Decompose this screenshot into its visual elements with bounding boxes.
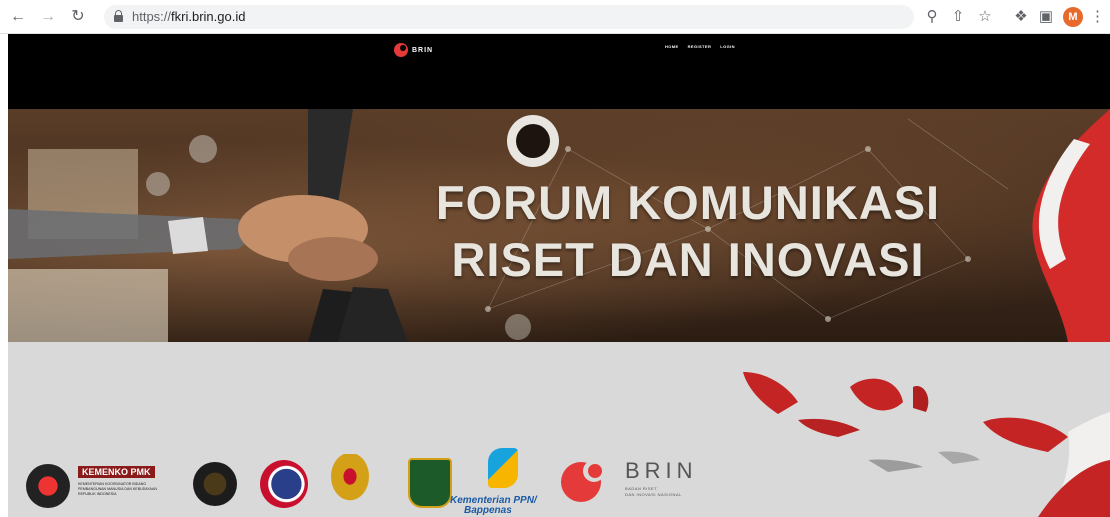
share-icon[interactable]: ⇧	[948, 7, 968, 27]
partner-logos: KEMENKO PMK KEMENTERIAN KOORDINATOR BIDA…	[8, 444, 768, 516]
nav-register[interactable]: REGISTER	[688, 44, 712, 49]
logo-brin[interactable]: BRIN BADAN RISET DAN INOVASI NASIONAL	[561, 456, 711, 506]
zoom-icon[interactable]: ⚲	[922, 7, 942, 27]
nav-login[interactable]: LOGIN	[720, 44, 735, 49]
logo-kemendagri[interactable]	[408, 458, 452, 508]
logo-garuda[interactable]	[328, 454, 372, 504]
hero-title-line1: FORUM KOMUNIKASI	[435, 176, 941, 229]
glass-icon	[189, 135, 217, 163]
logo-kominfo[interactable]	[260, 460, 308, 508]
brin-logo[interactable]: BRIN	[394, 41, 433, 59]
nav-home[interactable]: HOME	[665, 44, 679, 49]
arm-left	[8, 209, 258, 259]
logo-kemenko-emblem[interactable]	[26, 464, 70, 508]
site-header: BRIN HOME REGISTER LOGIN	[8, 34, 1110, 109]
logo-kemensos[interactable]	[193, 462, 237, 506]
forward-arrow-icon[interactable]: →	[38, 7, 58, 27]
reload-icon[interactable]: ↻	[68, 7, 88, 27]
partners-section: KEMENKO PMK KEMENTERIAN KOORDINATOR BIDA…	[8, 342, 1110, 517]
back-arrow-icon[interactable]: ←	[8, 7, 28, 27]
logo-kemenko-pmk[interactable]: KEMENKO PMK KEMENTERIAN KOORDINATOR BIDA…	[78, 462, 178, 502]
webpage: BRIN HOME REGISTER LOGIN FORUM KOMUNIKAS…	[8, 34, 1110, 517]
brand-text: BRIN	[412, 46, 434, 54]
main-nav: HOME REGISTER LOGIN	[665, 44, 735, 49]
hero-banner: FORUM KOMUNIKASI RISET DAN INOVASI	[8, 109, 1110, 342]
brin-mark-icon	[561, 456, 613, 504]
open-book	[8, 269, 168, 342]
logo-bappenas[interactable]	[488, 448, 518, 488]
lock-icon[interactable]	[114, 10, 123, 22]
url-text[interactable]: https://fkri.brin.go.id	[132, 9, 245, 24]
arm-top	[308, 109, 353, 204]
profile-avatar[interactable]: M	[1063, 7, 1083, 27]
hero-title-line2: RISET DAN INOVASI	[451, 233, 925, 286]
bappenas-text: Kementerian PPN/ Bappenas	[450, 495, 537, 516]
star-icon[interactable]: ☆	[975, 7, 995, 27]
menu-icon[interactable]: ⋮	[1090, 7, 1105, 27]
extensions-icon[interactable]: ❖	[1011, 7, 1031, 27]
sidepanel-icon[interactable]: ▣	[1036, 7, 1056, 27]
brin-mark-icon	[394, 43, 408, 57]
browser-toolbar: ← → ↻ https://fkri.brin.go.id ⚲ ⇧ ☆ ❖ ▣ …	[0, 0, 1110, 34]
address-bar[interactable]: https://fkri.brin.go.id	[104, 5, 914, 29]
